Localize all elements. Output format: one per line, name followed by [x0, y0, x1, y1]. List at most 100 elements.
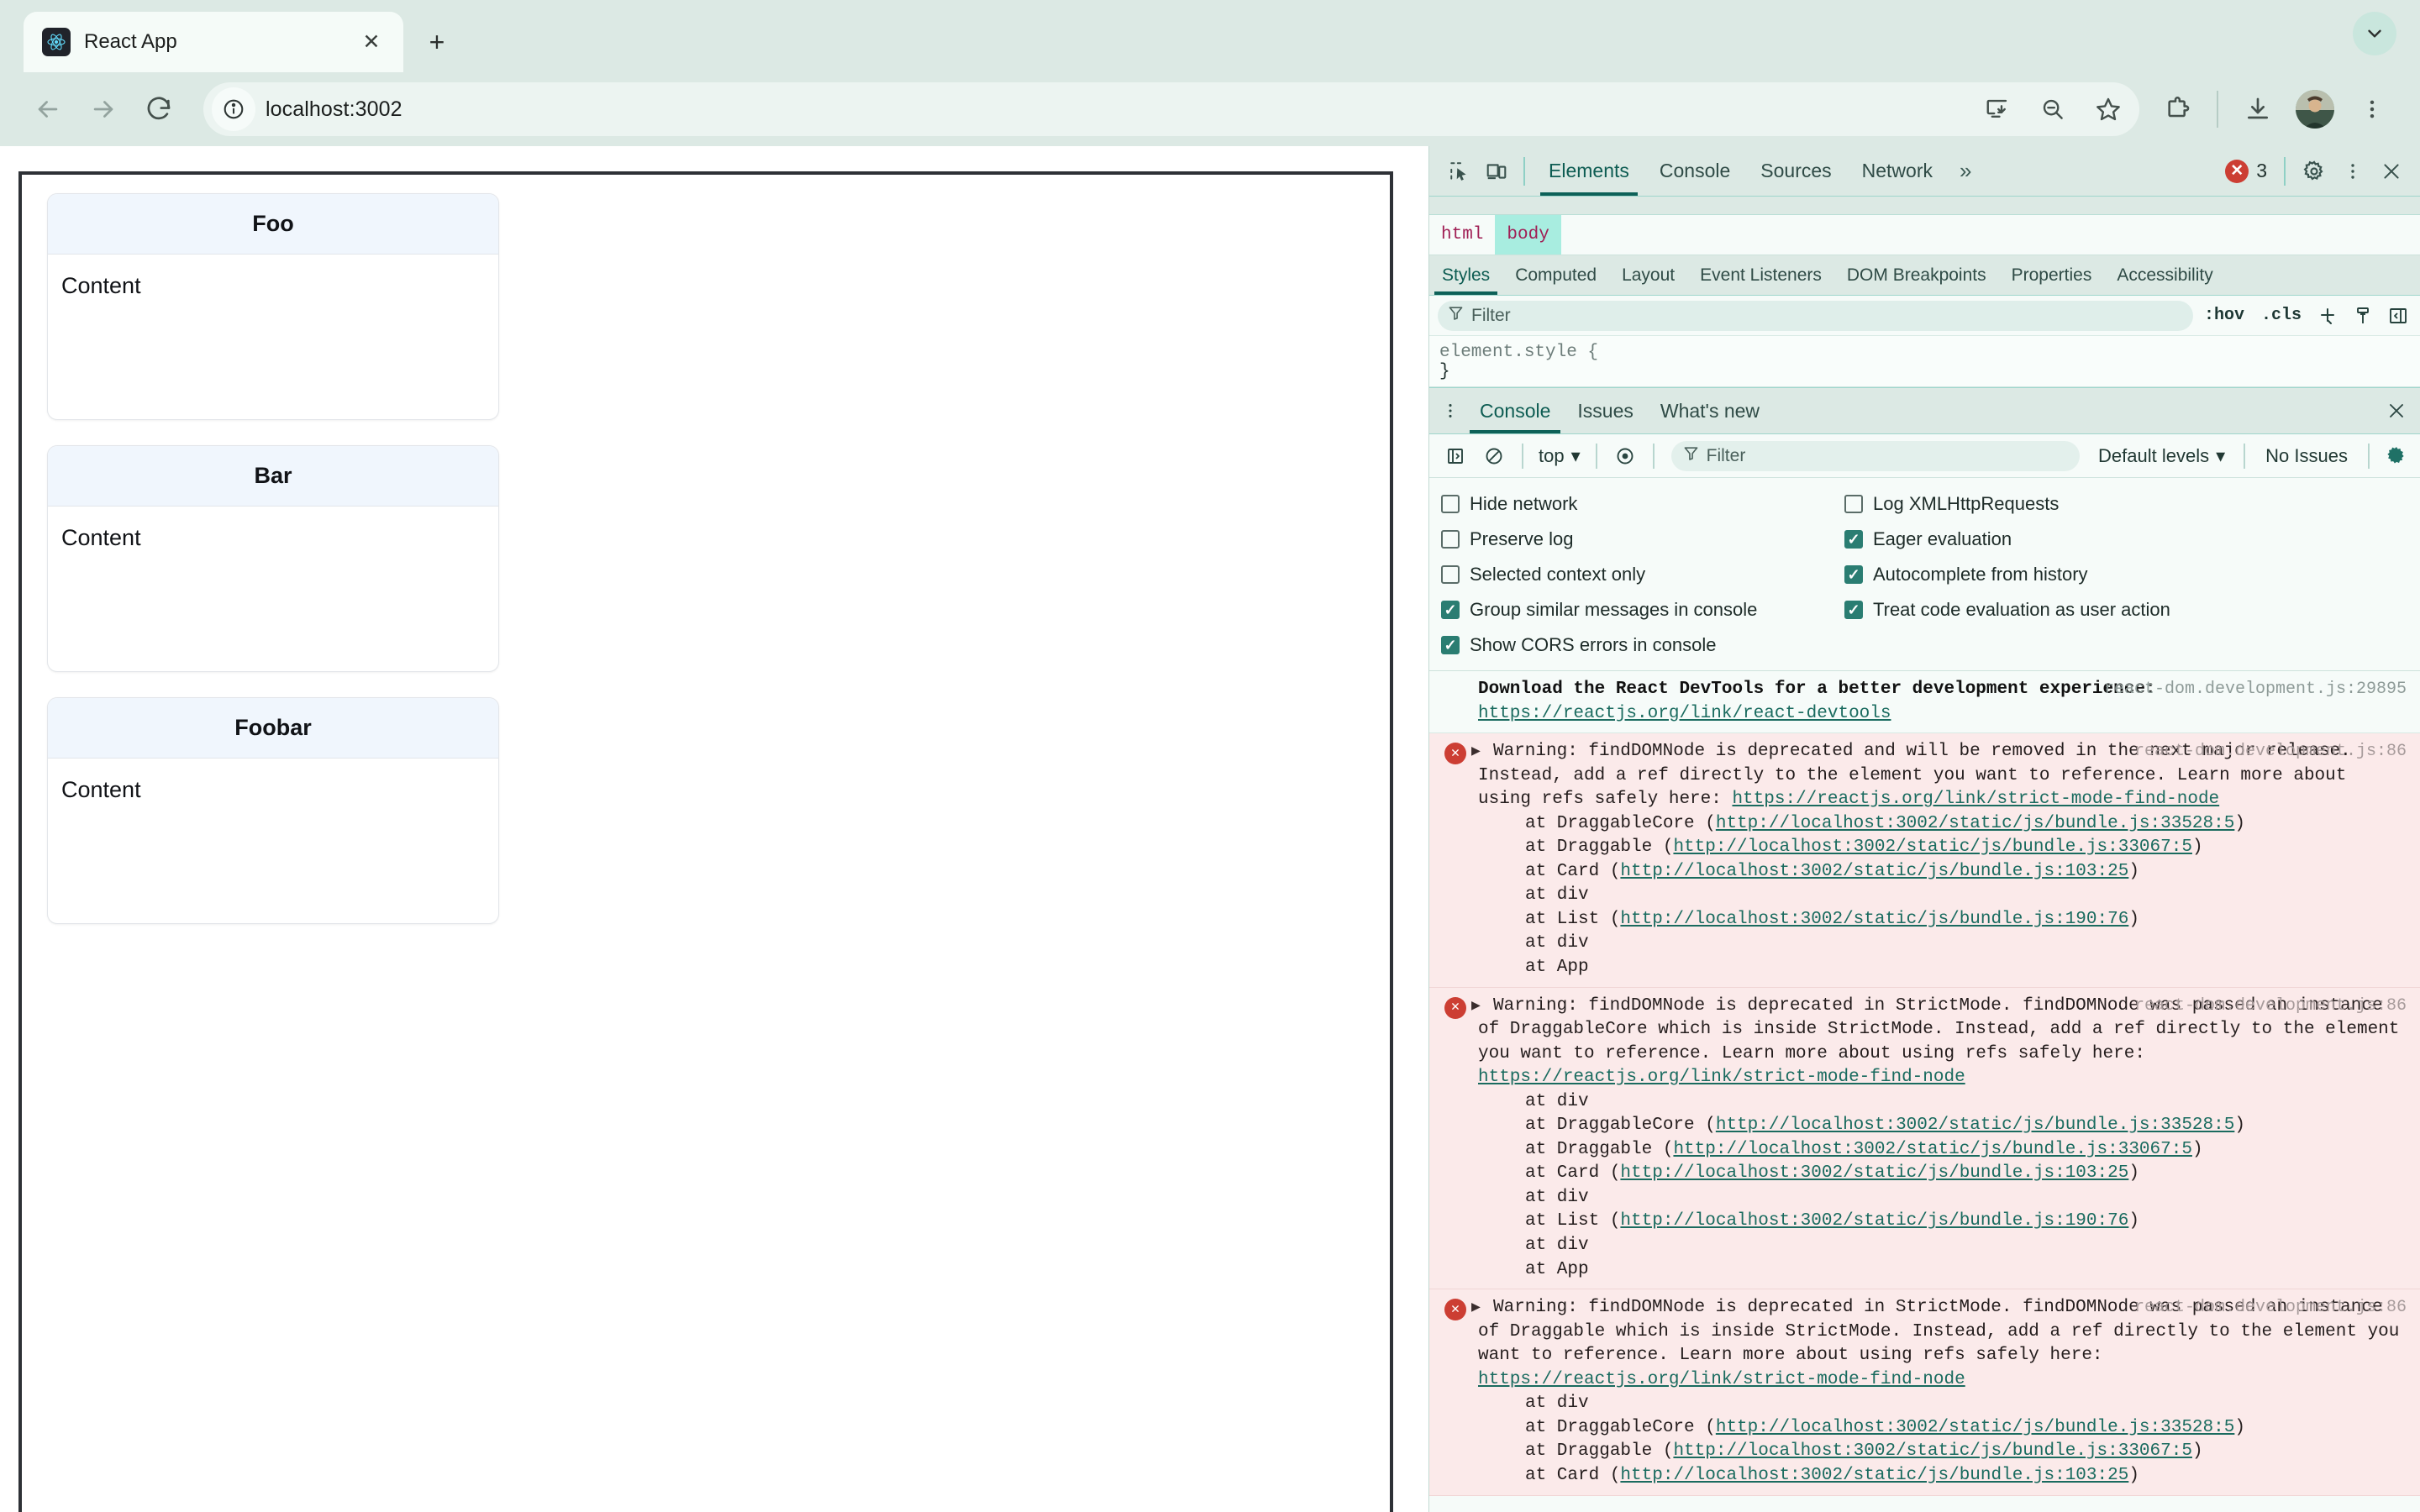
tab-console[interactable]: Console [1644, 146, 1745, 196]
stack-frame-url[interactable]: http://localhost:3002/static/js/bundle.j… [1673, 837, 2192, 857]
console-context-selector[interactable]: top ▾ [1534, 445, 1586, 467]
styles-rule[interactable]: element.style { } [1429, 336, 2420, 387]
chevron-down-icon[interactable] [2353, 12, 2396, 55]
message-source[interactable]: react-dom.development.js:86 [2134, 1296, 2407, 1319]
pane-tab-event-listeners[interactable]: Event Listeners [1687, 255, 1834, 295]
message-link[interactable]: https://reactjs.org/link/strict-mode-fin… [1478, 1370, 1965, 1389]
install-icon[interactable] [1971, 83, 2023, 135]
message-link[interactable]: https://reactjs.org/link/strict-mode-fin… [1732, 790, 2219, 809]
card-header[interactable]: Foobar [48, 698, 498, 759]
stack-frame-url[interactable]: http://localhost:3002/static/js/bundle.j… [1716, 1116, 2235, 1135]
stack-frame-url[interactable]: http://localhost:3002/static/js/bundle.j… [1620, 1211, 2128, 1231]
close-icon[interactable]: ✕ [355, 25, 388, 59]
checkbox[interactable] [1844, 600, 1863, 619]
site-info-icon[interactable] [212, 87, 255, 131]
checkbox[interactable] [1844, 494, 1863, 513]
stack-frame-url[interactable]: http://localhost:3002/static/js/bundle.j… [1620, 910, 2128, 929]
pane-tab-dom-breakpoints[interactable]: DOM Breakpoints [1834, 255, 1999, 295]
pane-tab-accessibility[interactable]: Accessibility [2104, 255, 2225, 295]
stack-frame-url[interactable]: http://localhost:3002/static/js/bundle.j… [1620, 1163, 2128, 1183]
console-message[interactable]: ✕ ▶ react-dom.development.js:86 Warning:… [1429, 987, 2420, 1290]
forward-icon[interactable] [77, 83, 129, 135]
error-count-badge[interactable]: ✕ 3 [2218, 159, 2274, 183]
checkbox[interactable] [1844, 529, 1863, 549]
stack-frame-url[interactable]: http://localhost:3002/static/js/bundle.j… [1673, 1441, 2192, 1461]
setting-treat-code-eval-as-user-action[interactable]: Treat code evaluation as user action [1844, 594, 2420, 625]
kebab-menu-icon[interactable] [2346, 83, 2398, 135]
stack-frame-url[interactable]: http://localhost:3002/static/js/bundle.j… [1620, 1466, 2128, 1485]
drawer-tab-whats-new[interactable]: What's new [1647, 388, 1773, 433]
checkbox[interactable] [1441, 564, 1460, 584]
setting-eager-evaluation[interactable]: Eager evaluation [1844, 523, 2420, 554]
gear-icon[interactable] [2296, 153, 2333, 190]
console-settings-icon[interactable] [2380, 439, 2413, 473]
message-source[interactable]: react-dom.development.js:29895 [2104, 678, 2407, 701]
expand-arrow-icon[interactable]: ▶ [1471, 1298, 1481, 1318]
setting-show-cors-errors[interactable]: Show CORS errors in console [1441, 629, 1844, 660]
puzzle-icon[interactable] [2151, 83, 2203, 135]
expand-arrow-icon[interactable]: ▶ [1471, 996, 1481, 1016]
tab-sources[interactable]: Sources [1745, 146, 1846, 196]
dom-tree-sliver[interactable]: head … /head [1429, 197, 2420, 215]
setting-hide-network[interactable]: Hide network [1441, 488, 1844, 519]
browser-tab[interactable]: React App ✕ [24, 12, 403, 72]
styles-filter-input[interactable]: Filter [1438, 300, 2193, 331]
pane-tab-computed[interactable]: Computed [1502, 255, 1609, 295]
card[interactable]: Foo Content [47, 193, 499, 420]
stack-frame-url[interactable]: http://localhost:3002/static/js/bundle.j… [1716, 814, 2235, 833]
checkbox[interactable] [1441, 600, 1460, 619]
breadcrumb-item-body[interactable]: body [1495, 215, 1561, 255]
stack-frame-url[interactable]: http://localhost:3002/static/js/bundle.j… [1716, 1418, 2235, 1437]
checkbox[interactable] [1441, 635, 1460, 654]
more-tabs-icon[interactable]: » [1948, 146, 1983, 196]
hov-toggle[interactable]: :hov [2198, 306, 2250, 325]
reload-icon[interactable] [133, 83, 185, 135]
pane-tab-properties[interactable]: Properties [1999, 255, 2105, 295]
drawer-tab-console[interactable]: Console [1466, 388, 1564, 433]
stack-frame-url[interactable]: http://localhost:3002/static/js/bundle.j… [1620, 862, 2128, 881]
pane-tab-layout[interactable]: Layout [1609, 255, 1687, 295]
console-filter-input[interactable]: Filter [1670, 440, 2081, 471]
star-icon[interactable] [2082, 83, 2134, 135]
setting-log-xmlhttprequests[interactable]: Log XMLHttpRequests [1844, 488, 2420, 519]
console-message[interactable]: ✕ ▶ react-dom.development.js:86 Warning:… [1429, 1289, 2420, 1496]
setting-selected-context-only[interactable]: Selected context only [1441, 559, 1844, 590]
kebab-menu-icon[interactable] [2334, 153, 2371, 190]
new-style-rule-icon[interactable] [2312, 301, 2343, 331]
console-sidebar-icon[interactable] [1438, 438, 1473, 474]
message-link[interactable]: https://reactjs.org/link/react-devtools [1478, 704, 1891, 723]
omnibox[interactable]: localhost:3002 [203, 82, 2139, 136]
inspect-element-icon[interactable] [1441, 153, 1478, 190]
print-media-icon[interactable] [2348, 301, 2378, 331]
message-link[interactable]: https://reactjs.org/link/strict-mode-fin… [1478, 1068, 1965, 1087]
live-expression-icon[interactable] [1607, 438, 1643, 474]
back-icon[interactable] [22, 83, 74, 135]
expand-arrow-icon[interactable]: ▶ [1471, 742, 1481, 762]
checkbox[interactable] [1441, 494, 1460, 513]
console-levels-dropdown[interactable]: Default levels ▾ [2090, 445, 2233, 467]
toggle-sidebar-icon[interactable] [2383, 301, 2413, 331]
close-icon[interactable] [2373, 388, 2420, 433]
card[interactable]: Bar Content [47, 445, 499, 672]
message-source[interactable]: react-dom.development.js:86 [2134, 740, 2407, 763]
tab-network[interactable]: Network [1847, 146, 1948, 196]
close-icon[interactable] [2373, 153, 2410, 190]
setting-autocomplete-from-history[interactable]: Autocomplete from history [1844, 559, 2420, 590]
message-source[interactable]: react-dom.development.js:86 [2134, 995, 2407, 1017]
stack-frame-url[interactable]: http://localhost:3002/static/js/bundle.j… [1673, 1140, 2192, 1159]
card-header[interactable]: Bar [48, 446, 498, 507]
setting-preserve-log[interactable]: Preserve log [1441, 523, 1844, 554]
tab-elements[interactable]: Elements [1534, 146, 1644, 196]
console-message[interactable]: react-dom.development.js:29895 Download … [1429, 671, 2420, 734]
breadcrumb-item-html[interactable]: html [1429, 215, 1495, 255]
console-message[interactable]: ✕ ▶ react-dom.development.js:86 Warning:… [1429, 733, 2420, 988]
checkbox[interactable] [1844, 564, 1863, 584]
download-icon[interactable] [2232, 83, 2284, 135]
console-issues-status[interactable]: No Issues [2255, 445, 2358, 467]
cls-toggle[interactable]: .cls [2255, 306, 2307, 325]
card[interactable]: Foobar Content [47, 697, 499, 924]
avatar[interactable] [2296, 90, 2334, 129]
kebab-menu-icon[interactable] [1434, 388, 1466, 433]
zoom-out-icon[interactable] [2027, 83, 2079, 135]
clear-console-icon[interactable] [1476, 438, 1512, 474]
